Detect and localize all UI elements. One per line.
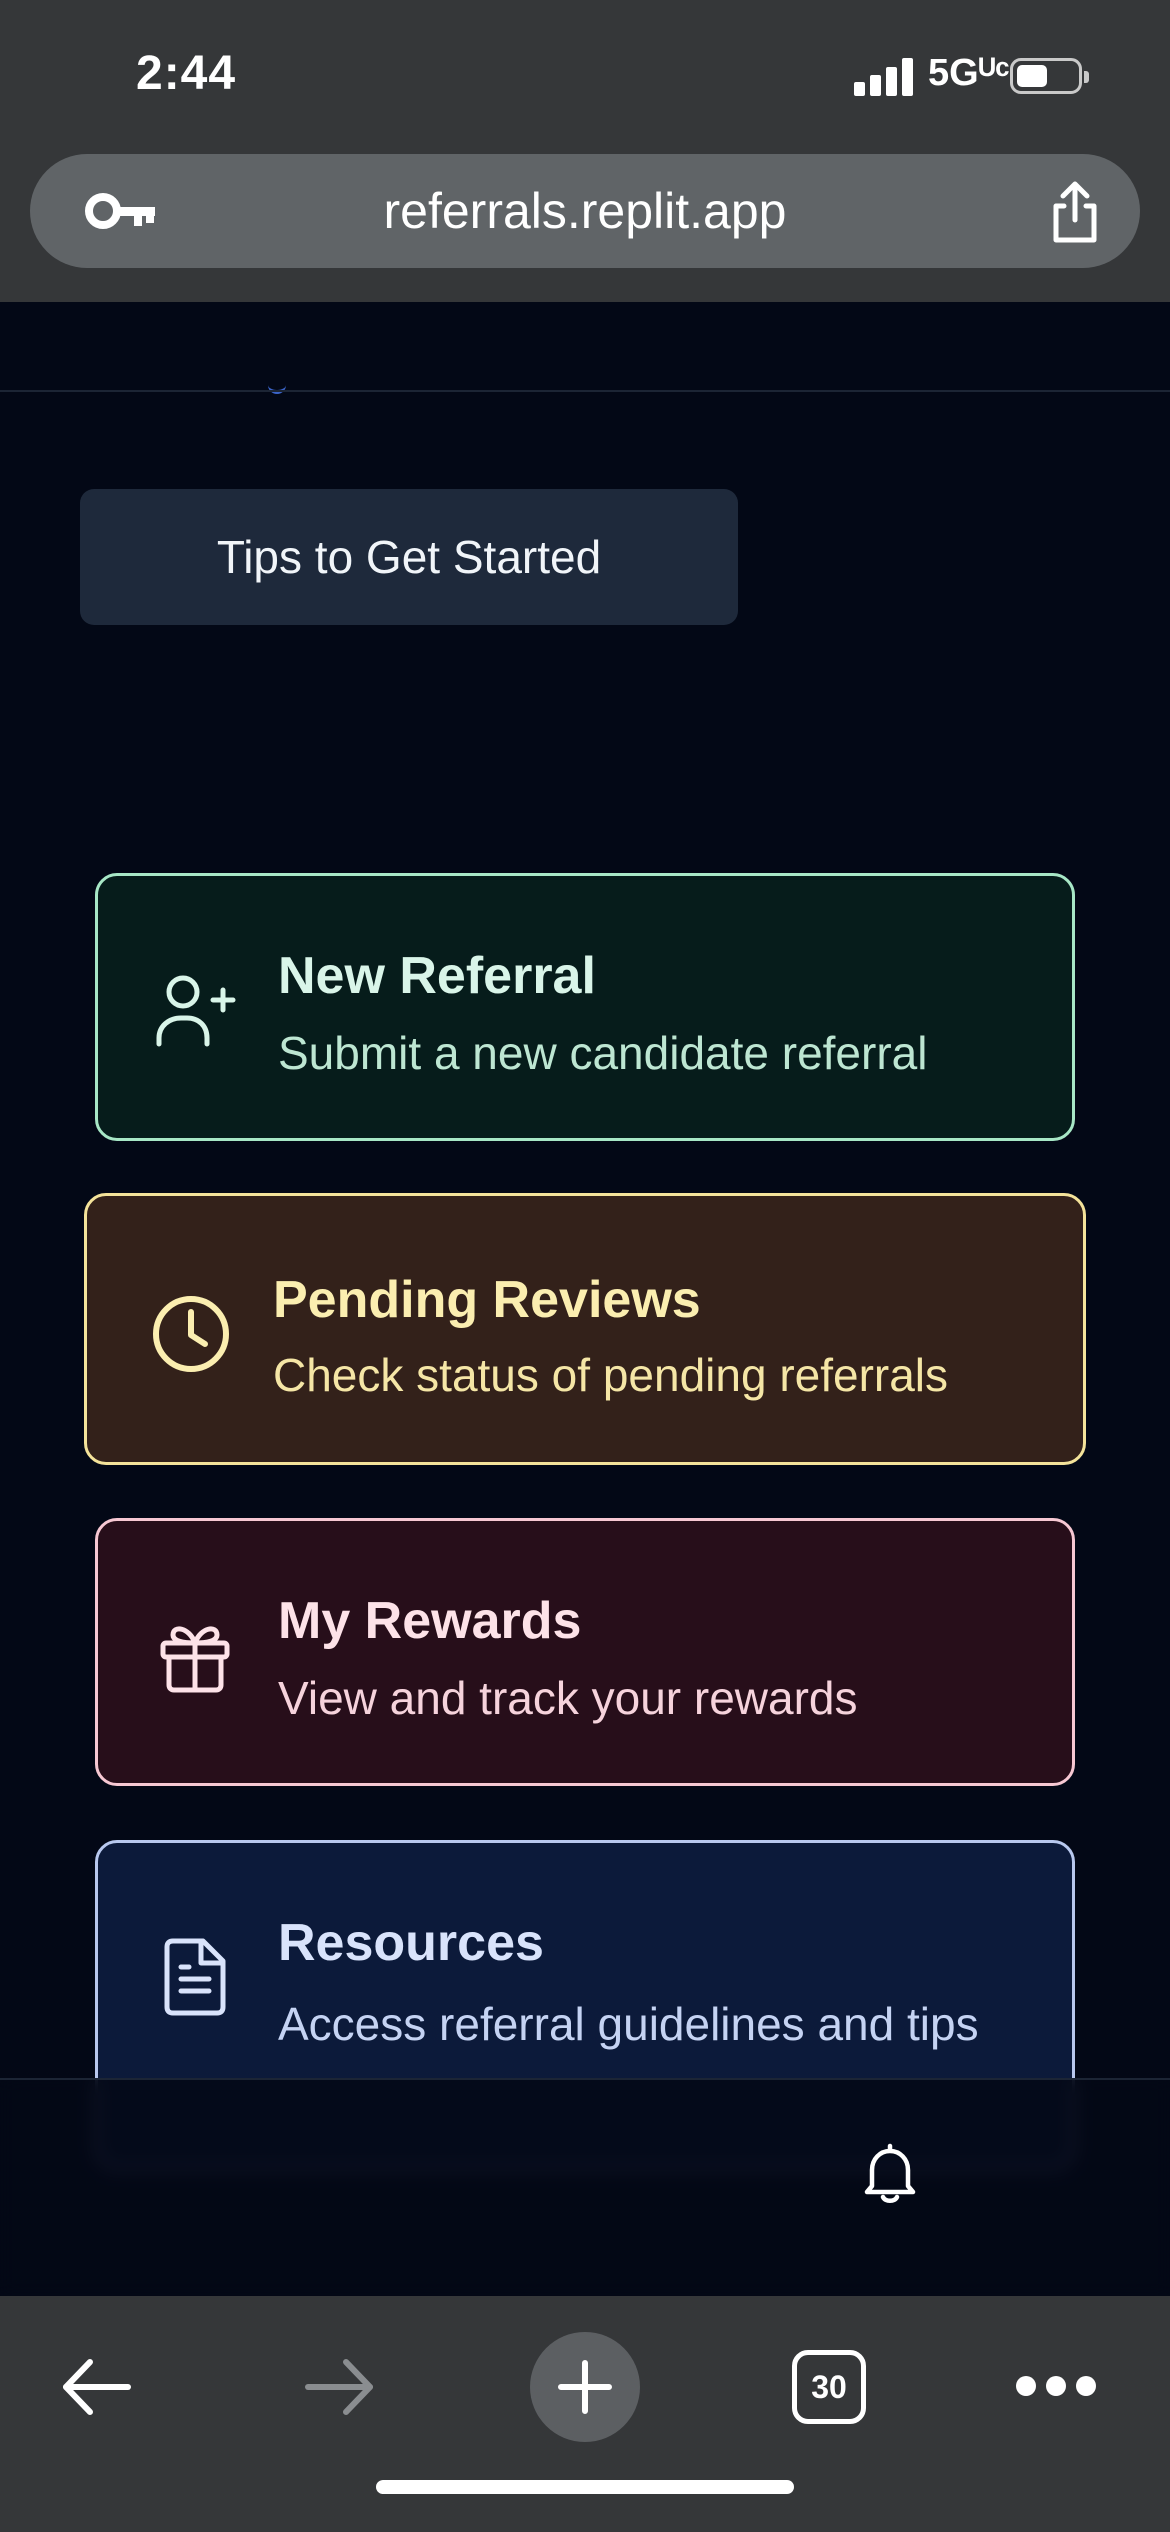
- card-title: Pending Reviews: [273, 1271, 701, 1329]
- card-subtitle: Check status of pending referrals: [273, 1349, 949, 1401]
- pending-reviews-card[interactable]: Pending Reviews Check status of pending …: [84, 1193, 1086, 1465]
- browser-toolbar: 30: [0, 2296, 1170, 2532]
- header-divider: [0, 390, 1170, 392]
- web-content: Tips to Get Started New Referral Submit …: [0, 302, 1170, 2296]
- bell-icon[interactable]: [862, 2142, 918, 2204]
- new-tab-button[interactable]: [530, 2332, 640, 2442]
- home-indicator: [376, 2480, 794, 2494]
- browser-top-chrome: 2:44 5Gᵁᶜ referrals.replit.app: [0, 0, 1170, 302]
- document-icon: [164, 1938, 226, 2016]
- cellular-signal-icon: [854, 58, 916, 96]
- more-options-icon[interactable]: [1016, 2376, 1096, 2398]
- card-subtitle: Submit a new candidate referral: [278, 1027, 928, 1079]
- my-rewards-card[interactable]: My Rewards View and track your rewards: [95, 1518, 1075, 1786]
- card-subtitle: Access referral guidelines and tips: [278, 1998, 979, 2050]
- card-title: Resources: [278, 1914, 544, 1972]
- gift-icon: [160, 1626, 230, 1693]
- tips-to-get-started-button[interactable]: Tips to Get Started: [80, 489, 738, 625]
- card-title: My Rewards: [278, 1592, 582, 1650]
- app-bottom-nav: [0, 2078, 1170, 2296]
- card-title: New Referral: [278, 947, 596, 1005]
- forward-arrow-icon[interactable]: [302, 2354, 378, 2420]
- status-time: 2:44: [136, 47, 237, 100]
- battery-icon: [1010, 58, 1089, 94]
- back-arrow-icon[interactable]: [58, 2354, 134, 2420]
- address-bar[interactable]: referrals.replit.app: [30, 154, 1140, 268]
- clock-icon: [153, 1296, 229, 1372]
- share-icon[interactable]: [1042, 180, 1108, 246]
- network-type: 5Gᵁᶜ: [928, 52, 1010, 94]
- plus-icon: [558, 2360, 612, 2414]
- tabs-button[interactable]: 30: [792, 2350, 866, 2424]
- new-referral-card[interactable]: New Referral Submit a new candidate refe…: [95, 873, 1075, 1141]
- url-text[interactable]: referrals.replit.app: [30, 182, 1140, 240]
- user-plus-icon: [156, 975, 236, 1047]
- card-subtitle: View and track your rewards: [278, 1672, 858, 1724]
